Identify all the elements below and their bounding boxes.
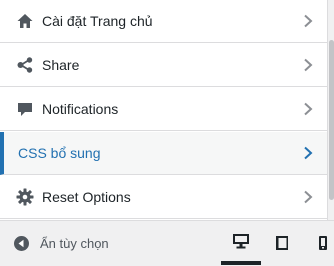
- preview-tablet-button[interactable]: [262, 221, 302, 265]
- chevron-right-icon: [304, 58, 313, 72]
- home-icon: [16, 12, 34, 30]
- menu-item-reset-options[interactable]: Reset Options: [0, 176, 327, 219]
- chevron-right-icon: [304, 190, 313, 204]
- collapse-label: Ẩn tùy chọn: [40, 235, 109, 251]
- chevron-right-icon: [304, 102, 313, 116]
- scrollbar-thumb[interactable]: [329, 40, 334, 200]
- gear-icon: [16, 188, 34, 206]
- menu-item-label: Share: [42, 57, 80, 73]
- scrollbar[interactable]: [327, 0, 334, 220]
- chevron-right-icon: [304, 14, 313, 28]
- menu-item-label: Reset Options: [42, 189, 131, 205]
- customizer-panel: Cài đặt Trang chủ Share Notifications CS…: [0, 0, 327, 220]
- tablet-icon: [276, 236, 288, 250]
- menu-item-additional-css[interactable]: CSS bổ sung: [0, 132, 327, 175]
- comment-icon: [16, 100, 34, 118]
- desktop-icon: [233, 234, 249, 249]
- mobile-icon: [319, 236, 327, 250]
- customizer-footer: Ẩn tùy chọn: [0, 220, 334, 266]
- preview-mobile-button[interactable]: [303, 221, 334, 265]
- menu-item-share[interactable]: Share: [0, 44, 327, 87]
- collapse-arrow-icon: [14, 236, 29, 251]
- menu-item-label: Notifications: [42, 101, 119, 117]
- menu-item-homepage-settings[interactable]: Cài đặt Trang chủ: [0, 0, 327, 43]
- share-icon: [16, 56, 34, 74]
- chevron-right-icon: [304, 146, 313, 160]
- menu-item-label: CSS bổ sung: [18, 145, 101, 161]
- menu-item-label: Cài đặt Trang chủ: [42, 13, 153, 29]
- preview-desktop-button[interactable]: [221, 221, 261, 265]
- menu-item-notifications[interactable]: Notifications: [0, 88, 327, 131]
- collapse-sidebar-button[interactable]: Ẩn tùy chọn: [0, 221, 200, 265]
